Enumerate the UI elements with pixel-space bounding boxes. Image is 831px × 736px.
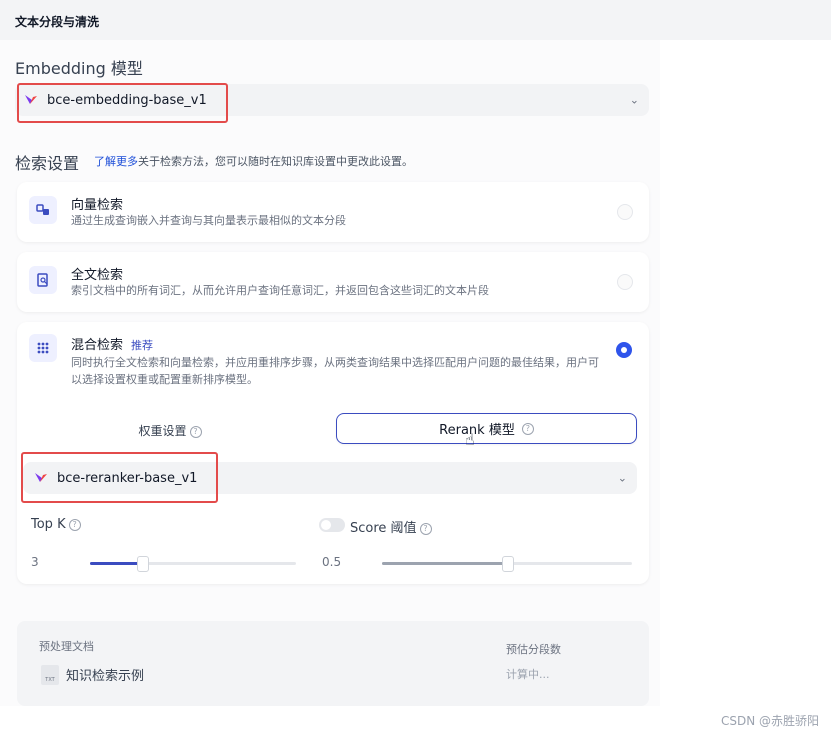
preview-panel: 预处理文档 TXT 知识检索示例 预估分段数 计算中... — [17, 621, 649, 706]
retrieval-hint: 了解更多关于检索方法，您可以随时在知识库设置中更改此设置。 — [94, 153, 413, 169]
preview-doc-name[interactable]: 知识检索示例 — [66, 665, 144, 684]
help-icon: ? — [521, 422, 534, 435]
topk-value[interactable]: 3 — [31, 555, 39, 569]
tab-rerank-model[interactable]: Rerank 模型? — [336, 413, 637, 444]
tab-weight-settings[interactable]: 权重设置? — [17, 422, 323, 439]
estimate-label: 预估分段数 — [506, 643, 561, 656]
option-desc: 通过生成查询嵌入并查询与其向量表示最相似的文本分段 — [71, 214, 346, 227]
tab-label: 权重设置 — [138, 424, 187, 438]
score-slider[interactable] — [382, 556, 632, 572]
highlight-box — [17, 83, 228, 123]
page-header: 文本分段与清洗 — [0, 0, 831, 40]
embedding-section-title: Embedding 模型 — [15, 59, 143, 78]
topk-label: Top K? — [31, 517, 81, 532]
highlight-box — [21, 452, 218, 503]
topk-slider[interactable] — [90, 556, 296, 572]
option-title: 向量检索 — [71, 198, 124, 213]
txt-file-icon: TXT — [41, 665, 59, 685]
right-pane — [660, 40, 831, 706]
option-title-row: 混合检索 推荐 — [71, 334, 153, 353]
help-icon: ? — [68, 519, 81, 531]
help-icon: ? — [419, 523, 432, 535]
radio-button[interactable] — [617, 274, 633, 290]
tab-label: Rerank 模型 — [439, 423, 515, 438]
vector-search-icon — [29, 196, 57, 224]
watermark: CSDN @赤胜骄阳 — [720, 714, 819, 728]
fulltext-search-icon — [29, 266, 57, 294]
option-fulltext-search[interactable]: 全文检索 索引文档中的所有词汇，从而允许用户查询任意词汇，并返回包含这些词汇的文… — [17, 252, 649, 312]
option-title: 混合检索 — [71, 338, 124, 353]
learn-more-link[interactable]: 了解更多 — [94, 155, 138, 168]
slider-fill — [90, 562, 142, 565]
score-threshold-toggle[interactable] — [319, 518, 345, 532]
recommended-badge: 推荐 — [131, 339, 154, 352]
option-title: 全文检索 — [71, 268, 124, 283]
slider-thumb[interactable] — [502, 556, 514, 572]
estimate-value: 计算中... — [506, 668, 550, 681]
option-vector-search[interactable]: 向量检索 通过生成查询嵌入并查询与其向量表示最相似的文本分段 — [17, 182, 649, 242]
score-label: Score 阈值? — [350, 517, 432, 536]
radio-button-selected[interactable] — [616, 342, 632, 358]
retrieval-hint-text: 关于检索方法，您可以随时在知识库设置中更改此设置。 — [138, 155, 413, 168]
option-desc: 索引文档中的所有词汇，从而允许用户查询任意词汇，并返回包含这些词汇的文本片段 — [71, 284, 489, 297]
page-title: 文本分段与清洗 — [15, 15, 100, 29]
hybrid-search-icon — [29, 334, 57, 362]
slider-thumb[interactable] — [136, 556, 149, 572]
slider-fill — [382, 562, 507, 565]
chevron-down-icon: ⌄ — [617, 471, 627, 485]
hand-cursor-icon: ☝ — [465, 430, 475, 449]
chevron-down-icon: ⌄ — [629, 93, 639, 107]
option-desc: 同时执行全文检索和向量检索，并应用重排序步骤，从两类查询结果中选择匹配用户问题的… — [71, 356, 599, 386]
retrieval-section-title: 检索设置 — [15, 154, 80, 173]
preview-doc-label: 预处理文档 — [39, 640, 94, 653]
help-icon: ? — [189, 426, 202, 438]
score-value[interactable]: 0.5 — [322, 555, 341, 569]
radio-button[interactable] — [617, 204, 633, 220]
